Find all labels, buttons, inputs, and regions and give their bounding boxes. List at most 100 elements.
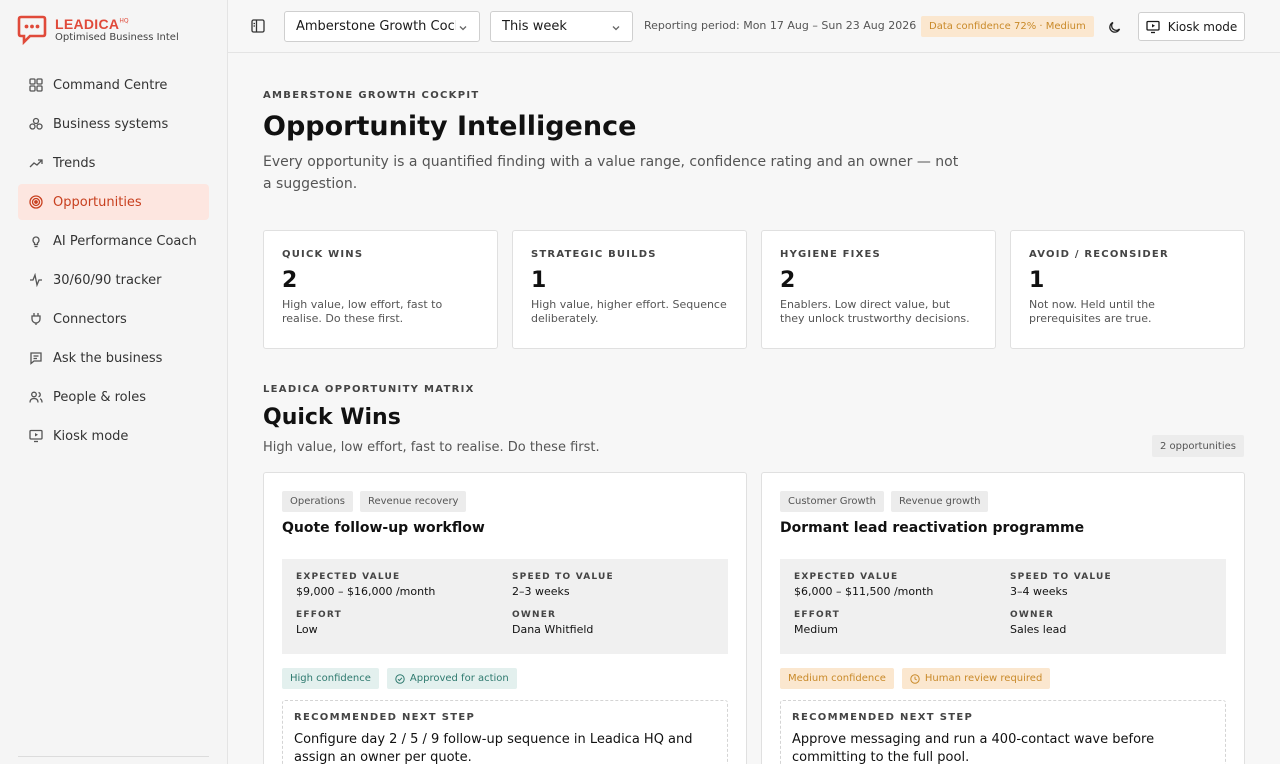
target-icon — [29, 195, 43, 209]
sidebar-item-label: Trends — [53, 155, 96, 171]
lightbulb-icon — [29, 234, 43, 248]
tag-chip: Operations — [282, 491, 353, 512]
metric-label: SPEED TO VALUE — [1010, 572, 1112, 582]
review-status-label: Human review required — [924, 673, 1043, 684]
data-confidence-badge: Data confidence 72% · Medium — [921, 16, 1094, 37]
tag-list: Customer Growth Revenue growth — [780, 491, 1226, 512]
workspace-select[interactable]: Amberstone Growth Cockpit — [284, 11, 480, 42]
metric-speed-to-value: SPEED TO VALUE 3–4 weeks — [1010, 572, 1210, 598]
metric-label: EXPECTED VALUE — [794, 572, 899, 582]
sidebar-item-business-systems[interactable]: Business systems — [18, 106, 209, 142]
metrics-panel: EXPECTED VALUE $6,000 – $11,500 /month S… — [780, 559, 1226, 654]
reporting-period: Reporting period: Mon 17 Aug – Sun 23 Au… — [644, 19, 917, 32]
page-subtitle: Every opportunity is a quantified findin… — [263, 154, 959, 192]
page-eyebrow: AMBERSTONE GROWTH COCKPIT — [263, 90, 480, 101]
sidebar-item-ask-the-business[interactable]: Ask the business — [18, 340, 209, 376]
systems-icon — [29, 117, 43, 131]
metric-expected-value: EXPECTED VALUE $6,000 – $11,500 /month — [794, 572, 994, 598]
sidebar-item-trends[interactable]: Trends — [18, 145, 209, 181]
metric-label: EXPECTED VALUE — [296, 572, 401, 582]
metric-label: SPEED TO VALUE — [512, 572, 614, 582]
stat-description: Not now. Held until the prerequisites ar… — [1029, 298, 1155, 325]
next-step-label: RECOMMENDED NEXT STEP — [294, 712, 476, 723]
metric-value: 2–3 weeks — [512, 585, 570, 598]
kiosk-mode-label: Kiosk mode — [1167, 19, 1238, 34]
confidence-badge: Medium confidence — [780, 668, 894, 689]
metric-owner: OWNER Dana Whitfield — [512, 610, 712, 636]
opportunity-card[interactable]: Customer Growth Revenue growth Dormant l… — [761, 472, 1245, 764]
section-title: Quick Wins — [263, 405, 401, 430]
brand[interactable]: LEADICAHQ Optimised Business Intel — [17, 14, 179, 46]
sidebar-item-connectors[interactable]: Connectors — [18, 301, 209, 337]
brand-name: LEADICAHQ — [55, 16, 129, 32]
chevron-down-icon — [458, 22, 468, 32]
stat-card-strategic-builds[interactable]: STRATEGIC BUILDS 1 High value, higher ef… — [512, 230, 747, 349]
sidebar-toggle-icon[interactable] — [250, 18, 266, 34]
opportunity-title: Quote follow-up workflow — [282, 520, 485, 536]
metric-value: $6,000 – $11,500 /month — [794, 585, 934, 598]
grid-icon — [29, 78, 43, 92]
metric-label: OWNER — [1010, 610, 1055, 620]
stat-label: HYGIENE FIXES — [780, 249, 881, 260]
sidebar-item-30-60-90-tracker[interactable]: 30/60/90 tracker — [18, 262, 209, 298]
check-circle-icon — [395, 673, 405, 684]
metric-speed-to-value: SPEED TO VALUE 2–3 weeks — [512, 572, 712, 598]
sidebar-item-kiosk-mode[interactable]: Kiosk mode — [18, 418, 209, 454]
stat-value: 1 — [1029, 268, 1045, 293]
confidence-badge: High confidence — [282, 668, 379, 689]
metric-expected-value: EXPECTED VALUE $9,000 – $16,000 /month — [296, 572, 496, 598]
sidebar-item-label: Connectors — [53, 311, 127, 327]
metric-value: Dana Whitfield — [512, 623, 594, 636]
sidebar-nav: Command Centre Business systems Trends O… — [18, 67, 209, 457]
stat-description: High value, higher effort. Sequence deli… — [531, 298, 727, 325]
tag-list: Operations Revenue recovery — [282, 491, 728, 512]
sidebar-item-people-and-roles[interactable]: People & roles — [18, 379, 209, 415]
chevron-down-icon — [611, 22, 621, 32]
tag-chip: Revenue growth — [890, 491, 989, 512]
next-step-box: RECOMMENDED NEXT STEP Approve messaging … — [780, 700, 1226, 764]
metric-effort: EFFORT Medium — [794, 610, 994, 636]
trend-icon — [29, 156, 43, 170]
section-eyebrow: LEADICA OPPORTUNITY MATRIX — [263, 384, 475, 395]
sidebar-item-opportunities[interactable]: Opportunities — [18, 184, 209, 220]
people-icon — [29, 390, 43, 404]
stat-label: STRATEGIC BUILDS — [531, 249, 657, 260]
stat-card-avoid-reconsider[interactable]: AVOID / RECONSIDER 1 Not now. Held until… — [1010, 230, 1245, 349]
moon-icon[interactable] — [1108, 19, 1122, 33]
stat-description: High value, low effort, fast to realise.… — [282, 298, 443, 325]
opportunity-count-badge: 2 opportunities — [1151, 435, 1244, 457]
sidebar-item-label: Ask the business — [53, 350, 163, 366]
brand-mark: HQ — [119, 17, 129, 25]
opportunity-card[interactable]: Operations Revenue recovery Quote follow… — [263, 472, 747, 764]
page-title: Opportunity Intelligence — [263, 111, 637, 142]
brand-tagline: Optimised Business Intel — [55, 32, 179, 43]
stat-card-quick-wins[interactable]: QUICK WINS 2 High value, low effort, fas… — [263, 230, 498, 349]
tag-chip: Customer Growth — [780, 491, 884, 512]
sidebar-item-command-centre[interactable]: Command Centre — [18, 67, 209, 103]
sidebar-item-label: 30/60/90 tracker — [53, 272, 162, 288]
approval-status-badge: Approved for action — [386, 668, 517, 689]
sidebar-divider — [18, 756, 209, 757]
kiosk-mode-button[interactable]: Kiosk mode — [1138, 12, 1245, 41]
sidebar-item-label: Command Centre — [53, 77, 168, 93]
workspace-select-value: Amberstone Growth Cockpit — [296, 19, 456, 34]
plug-icon — [29, 312, 43, 326]
stat-description: Enablers. Low direct value, but they unl… — [780, 298, 970, 325]
monitor-icon — [29, 429, 43, 443]
sidebar-item-ai-performance-coach[interactable]: AI Performance Coach — [18, 223, 209, 259]
sidebar-item-label: Opportunities — [53, 194, 142, 210]
stat-card-hygiene-fixes[interactable]: HYGIENE FIXES 2 Enablers. Low direct val… — [761, 230, 996, 349]
tag-chip: Revenue recovery — [359, 491, 467, 512]
pulse-icon — [29, 273, 43, 287]
opportunity-title: Dormant lead reactivation programme — [780, 520, 1085, 536]
metric-label: OWNER — [512, 610, 557, 620]
leadica-logo-icon — [17, 15, 47, 46]
period-select[interactable]: This week — [490, 11, 633, 42]
review-status-badge: Human review required — [901, 668, 1051, 689]
topbar: Amberstone Growth Cockpit This week Repo… — [228, 0, 1280, 53]
sidebar-item-label: AI Performance Coach — [53, 233, 197, 249]
clock-icon — [910, 673, 920, 684]
chat-icon — [29, 351, 43, 365]
metric-value: Medium — [794, 623, 838, 636]
stat-label: QUICK WINS — [282, 249, 364, 260]
